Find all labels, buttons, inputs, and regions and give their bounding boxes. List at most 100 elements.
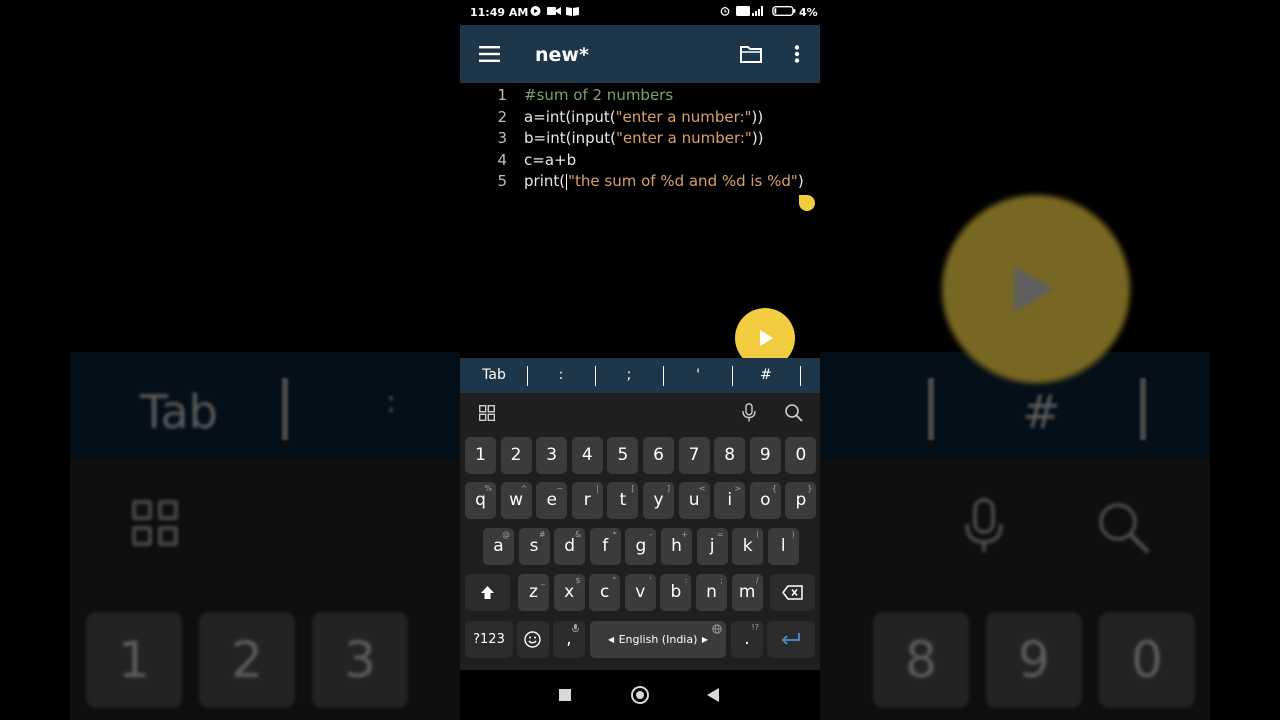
letter-key[interactable]: v ' [624,574,656,611]
more-vert-icon[interactable] [794,45,800,63]
code-text[interactable]: c=a+b [524,150,576,171]
code-line[interactable]: 3 b=int(input("enter a number:")) [460,128,820,149]
comma-key[interactable]: , [553,621,585,658]
extra-key-quote[interactable]: ' [688,358,708,393]
soft-keyboard: 1 2 3 4 5 6 7 8 9 0 q% w ^ e ~ r | t[y] u < i > o{p} a @ s # d & f * g -… [460,393,820,670]
key-hint: ~ [556,484,564,493]
letter-key[interactable]: x $ [553,574,585,611]
number-key[interactable]: 1 [465,437,496,474]
letter-key[interactable]: r | [571,482,603,519]
folder-icon[interactable] [740,45,762,63]
key-label: p [795,490,807,510]
number-key[interactable]: 2 [500,437,532,474]
number-key[interactable]: 0 [785,437,817,474]
key-label: 8 [724,445,736,465]
letter-key[interactable]: c " [589,574,621,611]
phone-screen: 11:49 AM 4% new* 1 #sum of 2 numbers 2 a… [460,0,820,720]
apps-grid-icon[interactable] [479,405,495,421]
code-token: a=int(input( [524,107,616,126]
search-icon[interactable] [784,403,803,422]
number-key[interactable]: 5 [607,437,639,474]
space-key[interactable]: ◀ English (India) ▶ [590,621,726,658]
number-key[interactable]: 4 [571,437,603,474]
back-triangle-icon[interactable] [707,688,719,702]
extra-key-semicolon[interactable]: ; [619,358,639,393]
code-text[interactable]: a=int(input("enter a number:")) [524,107,763,128]
letter-key[interactable]: q% [465,482,496,519]
backspace-key[interactable] [770,574,815,611]
letter-key[interactable]: y] [643,482,674,519]
letter-key[interactable]: w ^ [500,482,532,519]
recents-square-icon[interactable] [559,689,571,701]
number-key[interactable]: 9 [749,437,781,474]
letter-key[interactable]: k( [732,528,764,565]
letter-key[interactable]: b: [660,574,692,611]
letter-key[interactable]: g- [625,528,657,565]
key-hint: [ [631,484,635,493]
key-label: e [546,490,557,510]
letter-key[interactable]: t[ [607,482,639,519]
code-line[interactable]: 5 print("the sum of %d and %d is %d") [460,171,820,192]
line-number: 4 [497,150,507,169]
code-token: ) [797,172,804,190]
letter-key[interactable]: z _ [518,574,549,611]
letter-key[interactable]: i > [714,482,746,519]
letter-key[interactable]: j = [696,528,728,565]
letter-key[interactable]: u < [678,482,710,519]
number-key[interactable]: 8 [714,437,746,474]
line-number: 2 [497,107,507,126]
code-text[interactable]: print("the sum of %d and %d is %d") [524,171,804,192]
letter-key[interactable]: d & [554,528,586,565]
key-label: 0 [795,445,807,465]
letter-key[interactable]: e ~ [536,482,568,519]
key-label: i [727,490,733,510]
key-label: h [671,536,682,556]
key-hint: > [734,484,742,493]
key-label: 3 [546,445,558,465]
menu-icon[interactable] [479,46,500,62]
letter-key[interactable]: m / [731,574,763,611]
volte-icon [736,6,750,16]
key-label: u [688,490,700,510]
letter-key[interactable]: o{ [749,482,781,519]
emoji-key[interactable] [517,621,549,658]
code-line[interactable]: 2 a=int(input("enter a number:")) [460,107,820,128]
letter-key[interactable]: l) [767,528,799,565]
code-text[interactable]: #sum of 2 numbers [524,85,673,106]
key-hint: = [716,530,724,539]
file-title: new* [535,44,589,66]
app-toolbar: new* [460,25,820,83]
letter-key[interactable]: n; [696,574,727,611]
period-hint: !? [751,623,759,632]
comma-label: , [566,629,572,649]
code-text[interactable]: b=int(input("enter a number:")) [524,128,764,149]
letter-key[interactable]: s # [518,528,550,565]
number-key[interactable]: 7 [678,437,710,474]
mic-icon[interactable] [742,403,756,422]
status-time: 11:49 AM [470,6,529,19]
extra-key-tab[interactable]: Tab [476,358,512,393]
extra-key-colon[interactable]: : [551,358,571,393]
letter-key[interactable]: f * [589,528,621,565]
code-line[interactable]: 1 #sum of 2 numbers [460,85,820,106]
code-comment: #sum of 2 numbers [524,86,674,104]
shift-key[interactable] [465,574,510,611]
alarm-icon [720,7,730,16]
extra-key-hash[interactable]: # [756,358,776,393]
mic-hint-icon [572,624,579,632]
code-string: "enter a number:" [615,129,752,147]
key-hint: " [612,576,617,585]
enter-key[interactable] [767,621,815,658]
home-circle-icon[interactable] [631,686,649,704]
letter-key[interactable]: h + [661,528,692,565]
period-label: . [744,629,750,649]
number-key[interactable]: 6 [643,437,674,474]
letter-key[interactable]: a @ [483,528,514,565]
symbols-key[interactable]: ?123 [465,621,513,658]
letter-key[interactable]: p} [785,482,817,519]
number-key[interactable]: 3 [536,437,568,474]
period-key[interactable]: . !? [731,621,763,658]
key-hint: # [538,530,546,539]
code-line[interactable]: 4 c=a+b [460,150,820,171]
text-cursor-handle[interactable] [797,193,817,215]
